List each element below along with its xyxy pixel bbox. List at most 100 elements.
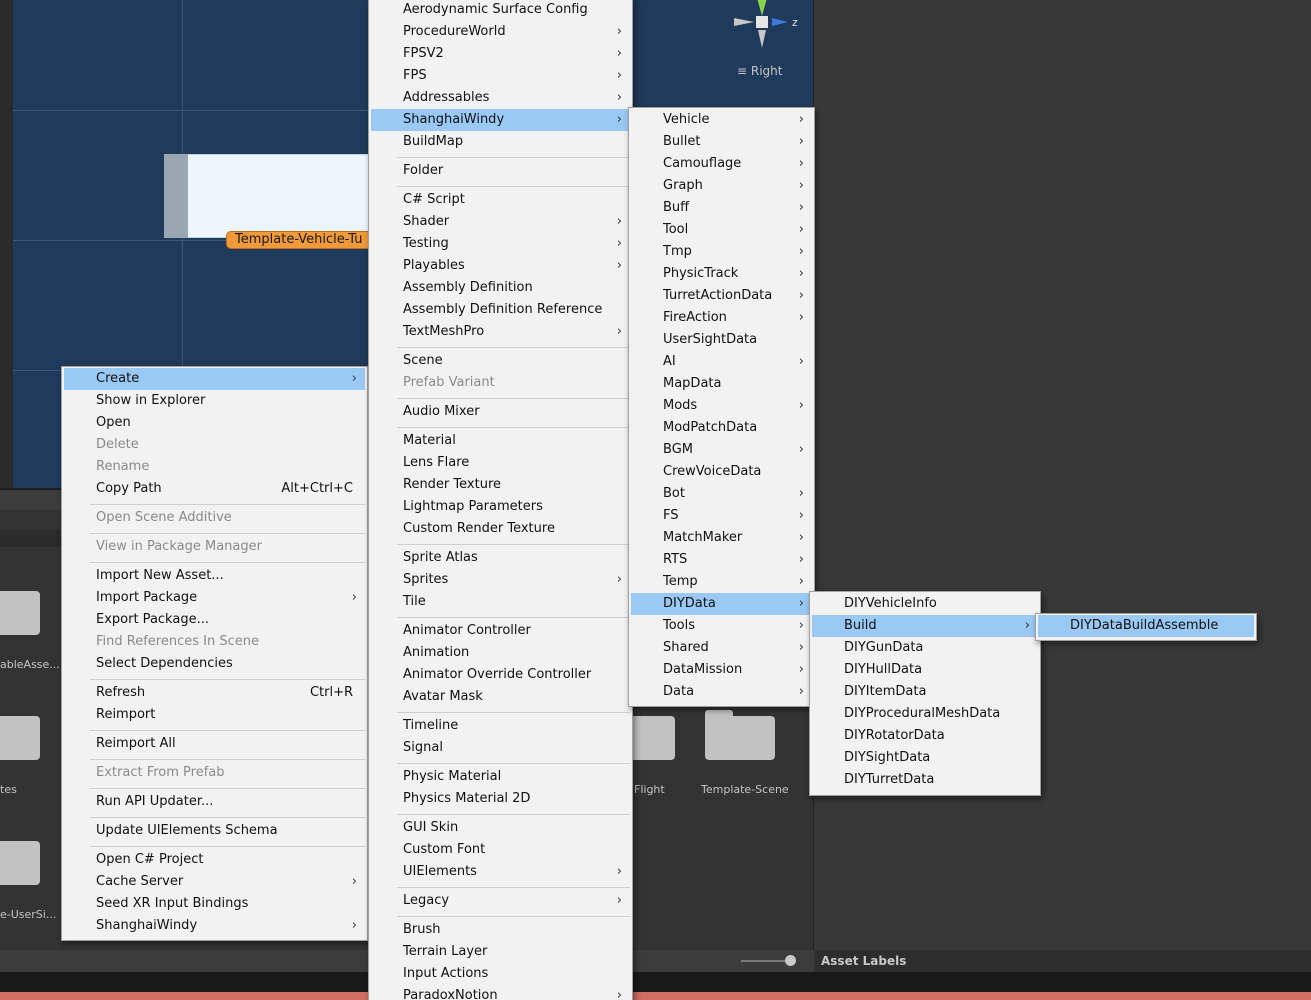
menu-item-bgm[interactable]: BGM › xyxy=(631,439,812,461)
menu-item-vehicle[interactable]: Vehicle › xyxy=(631,109,812,131)
menu-item-seed-xr-input-bindings[interactable]: Seed XR Input Bindings xyxy=(64,893,365,915)
menu-item-export-package[interactable]: Export Package... xyxy=(64,609,365,631)
menu-item-brush[interactable]: Brush xyxy=(371,919,630,941)
menu-item-timeline[interactable]: Timeline xyxy=(371,715,630,737)
menu-item-textmeshpro[interactable]: TextMeshPro › xyxy=(371,321,630,343)
menu-item-scene[interactable]: Scene xyxy=(371,350,630,372)
menu-item-procedureworld[interactable]: ProcedureWorld › xyxy=(371,21,630,43)
menu-item-bot[interactable]: Bot › xyxy=(631,483,812,505)
menu-item-sprite-atlas[interactable]: Sprite Atlas xyxy=(371,547,630,569)
menu-item-modpatchdata[interactable]: ModPatchData xyxy=(631,417,812,439)
menu-item-render-texture[interactable]: Render Texture xyxy=(371,474,630,496)
scene-object[interactable] xyxy=(164,154,374,238)
menu-item-mods[interactable]: Mods › xyxy=(631,395,812,417)
menu-item-custom-render-texture[interactable]: Custom Render Texture xyxy=(371,518,630,540)
folder-icon[interactable] xyxy=(0,835,40,885)
menu-item-c-script[interactable]: C# Script xyxy=(371,189,630,211)
menu-item-mapdata[interactable]: MapData xyxy=(631,373,812,395)
menu-item-legacy[interactable]: Legacy › xyxy=(371,890,630,912)
menu-item-diygundata[interactable]: DIYGunData xyxy=(812,637,1038,659)
menu-item-tool[interactable]: Tool › xyxy=(631,219,812,241)
menu-item-diyitemdata[interactable]: DIYItemData xyxy=(812,681,1038,703)
menu-item-tile[interactable]: Tile xyxy=(371,591,630,613)
menu-item-terrain-layer[interactable]: Terrain Layer xyxy=(371,941,630,963)
menu-item-material[interactable]: Material xyxy=(371,430,630,452)
icon-size-slider-handle[interactable] xyxy=(785,955,796,966)
folder-icon[interactable] xyxy=(705,710,775,760)
menu-item-crewvoicedata[interactable]: CrewVoiceData xyxy=(631,461,812,483)
menu-item-paradoxnotion[interactable]: ParadoxNotion › xyxy=(371,985,630,1000)
menu-item-turretactiondata[interactable]: TurretActionData › xyxy=(631,285,812,307)
menu-item-animator-override-controller[interactable]: Animator Override Controller xyxy=(371,664,630,686)
menu-item-shanghaiwindy[interactable]: ShanghaiWindy › xyxy=(371,109,630,131)
menu-item-folder[interactable]: Folder xyxy=(371,160,630,182)
menu-item-testing[interactable]: Testing › xyxy=(371,233,630,255)
menu-item-import-new-asset[interactable]: Import New Asset... xyxy=(64,565,365,587)
menu-item-animation[interactable]: Animation xyxy=(371,642,630,664)
menu-item-ai[interactable]: AI › xyxy=(631,351,812,373)
menu-item-select-dependencies[interactable]: Select Dependencies xyxy=(64,653,365,675)
menu-item-refresh[interactable]: Refresh Ctrl+R xyxy=(64,682,365,704)
menu-item-buildmap[interactable]: BuildMap xyxy=(371,131,630,153)
menu-item-assembly-definition-reference[interactable]: Assembly Definition Reference xyxy=(371,299,630,321)
menu-item-copy-path[interactable]: Copy Path Alt+Ctrl+C xyxy=(64,478,365,500)
menu-item-diyhulldata[interactable]: DIYHullData xyxy=(812,659,1038,681)
menu-item-diydata[interactable]: DIYData › xyxy=(631,593,812,615)
menu-item-graph[interactable]: Graph › xyxy=(631,175,812,197)
prefab-name-label[interactable]: Template-Vehicle-Tu xyxy=(226,231,386,249)
menu-item-bullet[interactable]: Bullet › xyxy=(631,131,812,153)
menu-item-diyrotatordata[interactable]: DIYRotatorData xyxy=(812,725,1038,747)
menu-item-shared[interactable]: Shared › xyxy=(631,637,812,659)
menu-item-run-api-updater[interactable]: Run API Updater... xyxy=(64,791,365,813)
icon-size-slider[interactable] xyxy=(741,960,789,962)
menu-item-rts[interactable]: RTS › xyxy=(631,549,812,571)
menu-item-custom-font[interactable]: Custom Font xyxy=(371,839,630,861)
menu-item-tmp[interactable]: Tmp › xyxy=(631,241,812,263)
asset-labels-header[interactable]: Asset Labels xyxy=(815,950,1311,972)
menu-item-camouflage[interactable]: Camouflage › xyxy=(631,153,812,175)
menu-item-build[interactable]: Build › xyxy=(812,615,1038,637)
view-mode-label[interactable]: ≡ Right xyxy=(737,64,782,78)
menu-item-shanghaiwindy[interactable]: ShanghaiWindy › xyxy=(64,915,365,937)
menu-item-diysightdata[interactable]: DIYSightData xyxy=(812,747,1038,769)
menu-item-avatar-mask[interactable]: Avatar Mask xyxy=(371,686,630,708)
menu-item-cache-server[interactable]: Cache Server › xyxy=(64,871,365,893)
menu-item-datamission[interactable]: DataMission › xyxy=(631,659,812,681)
menu-item-reimport-all[interactable]: Reimport All xyxy=(64,733,365,755)
scene-object-handle[interactable] xyxy=(164,154,188,238)
menu-item-fs[interactable]: FS › xyxy=(631,505,812,527)
menu-item-lightmap-parameters[interactable]: Lightmap Parameters xyxy=(371,496,630,518)
menu-item-sprites[interactable]: Sprites › xyxy=(371,569,630,591)
menu-item-assembly-definition[interactable]: Assembly Definition xyxy=(371,277,630,299)
menu-item-animator-controller[interactable]: Animator Controller xyxy=(371,620,630,642)
menu-item-reimport[interactable]: Reimport xyxy=(64,704,365,726)
menu-item-physictrack[interactable]: PhysicTrack › xyxy=(631,263,812,285)
menu-item-input-actions[interactable]: Input Actions xyxy=(371,963,630,985)
menu-item-update-uielements-schema[interactable]: Update UIElements Schema xyxy=(64,820,365,842)
menu-item-physics-material-2d[interactable]: Physics Material 2D xyxy=(371,788,630,810)
menu-item-fps[interactable]: FPS › xyxy=(371,65,630,87)
folder-icon[interactable] xyxy=(0,710,40,760)
menu-item-buff[interactable]: Buff › xyxy=(631,197,812,219)
menu-item-open[interactable]: Open xyxy=(64,412,365,434)
menu-item-diyproceduralmeshdata[interactable]: DIYProceduralMeshData xyxy=(812,703,1038,725)
menu-item-temp[interactable]: Temp › xyxy=(631,571,812,593)
menu-item-show-in-explorer[interactable]: Show in Explorer xyxy=(64,390,365,412)
menu-item-usersightdata[interactable]: UserSightData xyxy=(631,329,812,351)
menu-item-fireaction[interactable]: FireAction › xyxy=(631,307,812,329)
menu-item-playables[interactable]: Playables › xyxy=(371,255,630,277)
menu-item-diyturretdata[interactable]: DIYTurretData xyxy=(812,769,1038,791)
menu-item-create[interactable]: Create › xyxy=(64,368,365,390)
menu-item-tools[interactable]: Tools › xyxy=(631,615,812,637)
menu-item-shader[interactable]: Shader › xyxy=(371,211,630,233)
menu-item-uielements[interactable]: UIElements › xyxy=(371,861,630,883)
menu-item-matchmaker[interactable]: MatchMaker › xyxy=(631,527,812,549)
menu-item-addressables[interactable]: Addressables › xyxy=(371,87,630,109)
folder-icon[interactable] xyxy=(0,585,40,635)
menu-item-audio-mixer[interactable]: Audio Mixer xyxy=(371,401,630,423)
menu-item-import-package[interactable]: Import Package › xyxy=(64,587,365,609)
menu-item-fpsv2[interactable]: FPSV2 › xyxy=(371,43,630,65)
menu-item-physic-material[interactable]: Physic Material xyxy=(371,766,630,788)
menu-item-aerodynamic-surface-config[interactable]: Aerodynamic Surface Config xyxy=(371,0,630,21)
menu-item-signal[interactable]: Signal xyxy=(371,737,630,759)
